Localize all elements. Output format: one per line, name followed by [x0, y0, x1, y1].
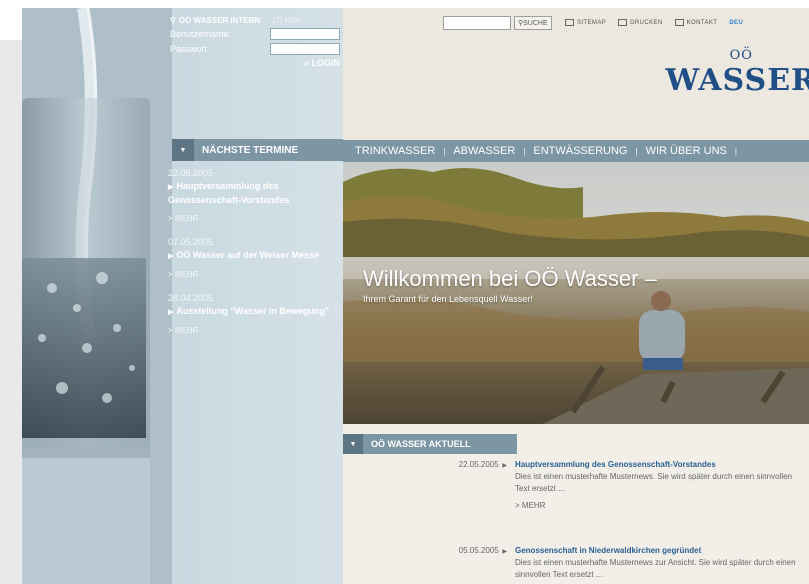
hero-subtitle: Ihrem Garant für den Lebensquell Wasser!: [363, 294, 533, 304]
hero-banner: Willkommen bei OÖ Wasser – Ihrem Garant …: [343, 162, 809, 424]
event-more-link[interactable]: > MEHR: [168, 326, 343, 335]
password-input[interactable]: [270, 43, 340, 55]
water-glass-image: [22, 8, 172, 584]
news-text: Dies ist einen musterhafte Musternews. S…: [515, 472, 793, 493]
arrow-right-icon: ▶: [500, 463, 507, 469]
left-column: ⚲ OÖ WASSER INTERN [?] Hilfe Benutzernam…: [22, 8, 343, 584]
arrow-right-icon: ▶: [500, 549, 507, 555]
news-body: Hauptversammlung des Genossenschaft-Vors…: [515, 460, 805, 510]
event-item: 22.05.2005 ▶ Hauptversammlung des Genosse…: [168, 168, 343, 223]
news-text: Dies ist einen musterhafte Musternews zu…: [515, 558, 796, 579]
news-date: 05.05.2005 ▶: [453, 546, 515, 581]
news-item: 22.05.2005 ▶ Hauptversammlung des Genoss…: [453, 460, 809, 510]
events-title: NÄCHSTE TERMINE: [202, 144, 299, 156]
top-bar: ⚲ SUCHE SITEMAP DRUCKEN KONTAKT DEU OÖ WA…: [343, 8, 809, 140]
event-title-link[interactable]: ▶ Ausstellung "Wasser in Bewegung": [168, 305, 343, 319]
arrow-right-icon: ▶: [168, 253, 174, 260]
event-date: 07.05.2005: [168, 237, 214, 247]
nav-abwasser[interactable]: ABWASSER: [453, 145, 515, 157]
event-title: OÖ Wasser auf der Welser Messe: [176, 250, 319, 260]
news-title-link[interactable]: Hauptversammlung des Genossenschaft-Vors…: [515, 460, 805, 469]
news-title-heading: OÖ WASSER AKTUELL: [371, 439, 471, 449]
login-button[interactable]: » LOGIN: [170, 58, 340, 68]
password-label: Passwort:: [170, 44, 210, 54]
hero-title: Willkommen bei OÖ Wasser –: [363, 266, 657, 291]
language-switch[interactable]: DEU: [729, 19, 743, 26]
hero-text: Willkommen bei OÖ Wasser – Ihrem Garant …: [363, 266, 657, 304]
triangle-down-icon: ▼: [172, 139, 194, 161]
event-item: 28.04.2005 ▶ Ausstellung "Wasser in Beweg…: [168, 293, 343, 335]
news-body: Genossenschaft in Niederwaldkirchen gegr…: [515, 546, 805, 581]
arrow-right-icon: ▶: [168, 184, 174, 191]
sitemap-link[interactable]: SITEMAP: [565, 19, 606, 26]
arrow-right-icon: ▶: [168, 309, 174, 316]
nav-entwaesserung[interactable]: ENTWÄSSERUNG: [533, 145, 627, 157]
news-date-text: 22.05.2005: [458, 460, 499, 469]
news-date-text: 05.05.2005: [458, 546, 499, 555]
event-more-link[interactable]: > MEHR: [168, 270, 343, 279]
news-more-link[interactable]: > MEHR: [515, 501, 805, 510]
event-title-link[interactable]: ▶ OÖ Wasser auf der Welser Messe: [168, 249, 343, 263]
login-header: ⚲ OÖ WASSER INTERN [?] Hilfe: [170, 16, 340, 25]
events-list: 22.05.2005 ▶ Hauptversammlung des Genosse…: [168, 168, 343, 349]
print-label: DRUCKEN: [630, 19, 663, 26]
username-input[interactable]: [270, 28, 340, 40]
event-title: Hauptversammlung des Genossenschaft-Vors…: [168, 181, 290, 205]
logo-top: OÖ: [729, 48, 753, 63]
news-date: 22.05.2005 ▶: [453, 460, 515, 510]
search-button[interactable]: ⚲ SUCHE: [514, 16, 552, 30]
event-title: Ausstellung "Wasser in Bewegung": [176, 306, 330, 316]
nav-separator: |: [734, 146, 737, 156]
event-title-link[interactable]: ▶ Hauptversammlung des Genossenschaft-Vor…: [168, 180, 343, 207]
website-page: ⚲ OÖ WASSER INTERN [?] Hilfe Benutzernam…: [22, 8, 809, 584]
news-header: ▼ OÖ WASSER AKTUELL: [343, 434, 517, 454]
nav-trinkwasser[interactable]: TRINKWASSER: [355, 145, 435, 157]
nav-wir-ueber-uns[interactable]: WIR ÜBER UNS: [646, 145, 727, 157]
event-more-link[interactable]: > MEHR: [168, 214, 343, 223]
utility-links: SITEMAP DRUCKEN KONTAKT DEU: [565, 19, 743, 26]
event-item: 07.05.2005 ▶ OÖ Wasser auf der Welser Mes…: [168, 237, 343, 279]
triangle-down-icon: ▼: [343, 434, 363, 454]
password-row: Passwort:: [170, 43, 340, 55]
help-link[interactable]: [?] Hilfe: [273, 16, 300, 25]
printer-icon: [618, 19, 628, 26]
nav-separator: |: [635, 146, 638, 156]
sitemap-icon: [565, 19, 574, 26]
search-button-label: SUCHE: [523, 19, 548, 27]
logo-main: WASSER: [665, 63, 809, 98]
print-link[interactable]: DRUCKEN: [618, 19, 662, 26]
events-header: ▼ NÄCHSTE TERMINE: [172, 139, 343, 161]
news-item: 05.05.2005 ▶ Genossenschaft in Niederwal…: [453, 546, 809, 581]
news-title-link[interactable]: Genossenschaft in Niederwaldkirchen gegr…: [515, 546, 805, 555]
username-label: Benutzername:: [170, 29, 232, 39]
envelope-icon: [674, 19, 684, 26]
contact-label: KONTAKT: [686, 19, 718, 26]
nav-separator: |: [443, 146, 446, 156]
contact-link[interactable]: KONTAKT: [674, 19, 718, 26]
event-date: 22.05.2005: [168, 168, 214, 178]
oo-wasser-logo[interactable]: OÖ WASSER: [665, 48, 809, 98]
event-date: 28.04.2005: [168, 293, 214, 303]
login-title: OÖ WASSER INTERN: [178, 16, 261, 25]
lock-icon: ⚲: [170, 16, 176, 25]
news-section: ▼ OÖ WASSER AKTUELL 22.05.2005 ▶ Hauptve…: [343, 424, 809, 584]
login-box: ⚲ OÖ WASSER INTERN [?] Hilfe Benutzernam…: [170, 16, 340, 68]
username-row: Benutzername:: [170, 28, 340, 40]
sitemap-label: SITEMAP: [577, 19, 607, 26]
search-input[interactable]: [443, 16, 511, 30]
search-box: ⚲ SUCHE: [443, 16, 552, 30]
nav-separator: |: [523, 146, 526, 156]
main-navigation: TRINKWASSER | ABWASSER | ENTWÄSSERUNG | WIR…: [343, 140, 809, 162]
